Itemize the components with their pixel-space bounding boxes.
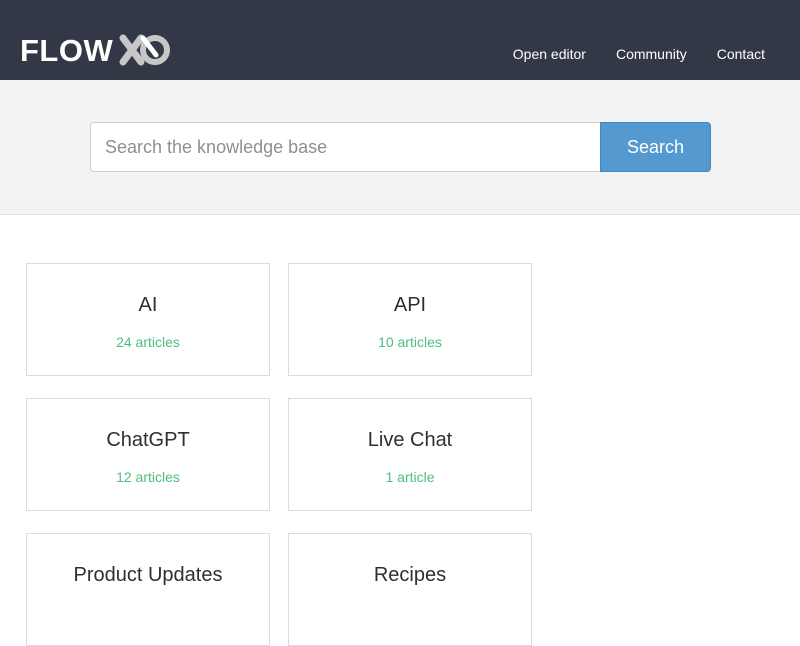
flowxo-logo[interactable]: FLOW	[20, 33, 171, 67]
category-card-product-updates[interactable]: Product Updates	[26, 533, 270, 646]
category-card-ai[interactable]: AI 24 articles	[26, 263, 270, 376]
category-card-recipes[interactable]: Recipes	[288, 533, 532, 646]
logo-text: FLOW	[20, 32, 114, 68]
top-navigation-bar: FLOW Open editor Community Contact	[0, 0, 800, 80]
main-navigation: Open editor Community Contact	[513, 46, 765, 62]
article-count: 10 articles	[378, 334, 442, 350]
category-title: Recipes	[373, 564, 447, 586]
category-title: Product Updates	[73, 564, 223, 586]
category-card-chatgpt[interactable]: ChatGPT 12 articles	[26, 398, 270, 511]
category-title: AI	[138, 294, 158, 316]
category-card-live-chat[interactable]: Live Chat 1 article	[288, 398, 532, 511]
nav-community-link[interactable]: Community	[616, 46, 687, 62]
search-form: Search	[90, 122, 711, 172]
category-title: API	[393, 294, 427, 316]
category-card-api[interactable]: API 10 articles	[288, 263, 532, 376]
category-title: Live Chat	[367, 429, 453, 451]
category-title: ChatGPT	[106, 429, 190, 451]
knowledge-base-search-section: Search	[0, 80, 800, 215]
nav-open-editor-link[interactable]: Open editor	[513, 46, 586, 62]
search-button[interactable]: Search	[600, 122, 711, 172]
article-count: 12 articles	[116, 469, 180, 485]
article-count: 1 article	[385, 469, 435, 485]
flow-x-circle-logo-icon	[119, 34, 171, 66]
knowledge-base-search-input[interactable]	[90, 122, 600, 172]
nav-contact-link[interactable]: Contact	[717, 46, 765, 62]
article-count: 24 articles	[116, 334, 180, 350]
